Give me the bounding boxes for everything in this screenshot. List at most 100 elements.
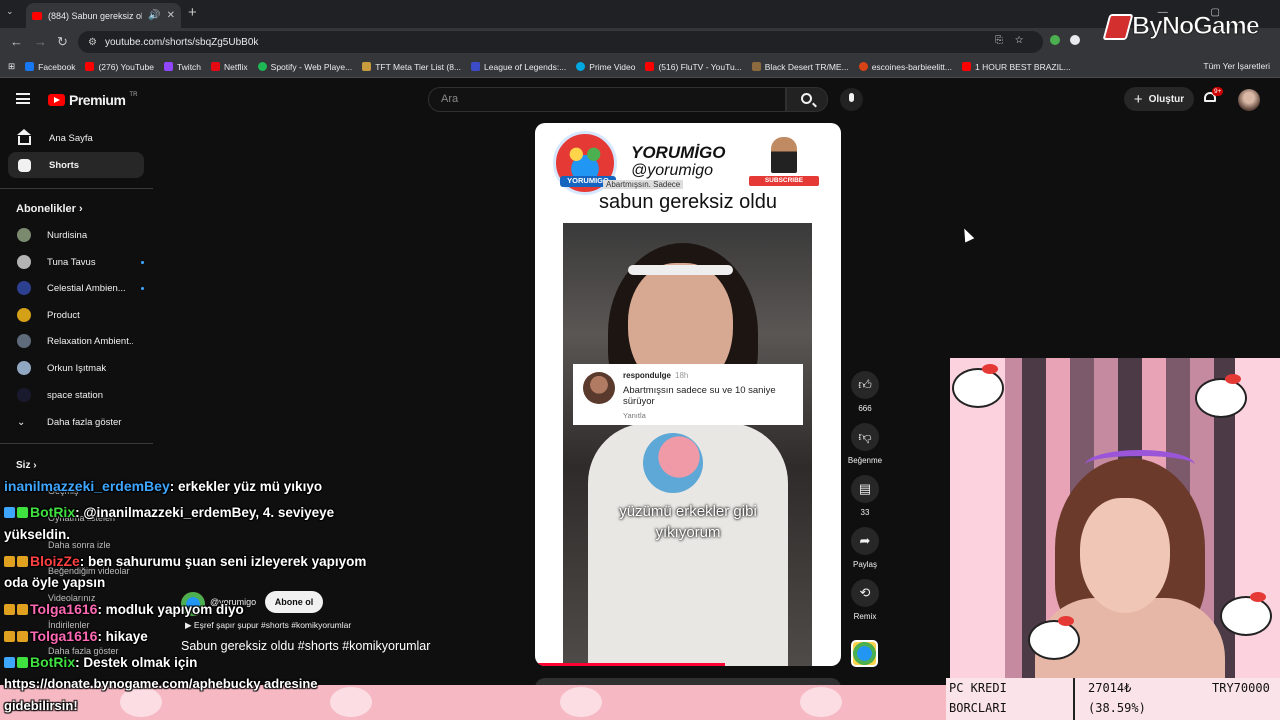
hello-kitty-icon bbox=[1220, 592, 1272, 636]
bookmark-spotify[interactable]: Spotify - Web Playe... bbox=[257, 62, 352, 72]
extension-icon[interactable] bbox=[1050, 35, 1060, 45]
bookmark-brazil[interactable]: 1 HOUR BEST BRAZIL... bbox=[962, 62, 1071, 72]
bookmark-escoines[interactable]: escoines-barbieelitt... bbox=[858, 62, 952, 72]
search-icon bbox=[801, 93, 812, 104]
plus-icon: + bbox=[1133, 90, 1143, 108]
subscribe-button[interactable]: Abone ol bbox=[265, 591, 323, 613]
remix-button[interactable]: ⟲ Remix bbox=[846, 579, 884, 621]
comments-button[interactable]: ▤ 33 bbox=[846, 475, 884, 517]
reload-icon[interactable]: ↻ bbox=[57, 34, 68, 50]
back-arrow-icon[interactable]: ← bbox=[10, 34, 23, 49]
share-label: Paylaş bbox=[852, 560, 877, 569]
chat-badge-icon bbox=[17, 657, 28, 668]
bookmark-league[interactable]: League of Legends:... bbox=[471, 62, 566, 72]
sidebar-item-home[interactable]: Ana Sayfa bbox=[8, 125, 144, 151]
show-more-button[interactable]: ⌄ Daha fazla göster bbox=[8, 409, 144, 435]
comment-text: Abartmışsın sadece su ve 10 saniye sürüy… bbox=[623, 385, 776, 407]
youtube-logo[interactable]: Premium TR bbox=[48, 92, 137, 108]
live-dot bbox=[141, 260, 144, 264]
debt-label: PC KREDI bbox=[949, 681, 1007, 695]
live-dot bbox=[141, 286, 144, 290]
subscription-item[interactable]: space station bbox=[8, 382, 144, 408]
browser-toolbar: ← → ↻ ⚙ youtube.com/shorts/sbqZg5UbB0k ⎘… bbox=[0, 28, 1280, 56]
bookmark-star-icon[interactable]: ⎘☆ bbox=[995, 35, 1035, 46]
credit-debt-panel: PC KREDI BORCLARI 27014₺ (38.59%) TRY700… bbox=[946, 678, 1280, 720]
sidebar-item-label: Ana Sayfa bbox=[49, 132, 93, 144]
tab-close-icon[interactable]: ✕ bbox=[167, 10, 175, 21]
chat-badge-icon bbox=[4, 507, 15, 518]
short-title: Sabun gereksiz oldu #shorts #komikyoruml… bbox=[181, 639, 431, 653]
remix-label: Remix bbox=[853, 612, 877, 621]
chat-badge-icon bbox=[17, 556, 28, 567]
tab-mute-icon[interactable]: 🔊 bbox=[148, 10, 160, 21]
person-image bbox=[771, 137, 797, 173]
sound-thumbnail[interactable] bbox=[851, 640, 878, 667]
you-heading[interactable]: Siz › bbox=[16, 460, 37, 471]
notification-badge: 9+ bbox=[1212, 87, 1224, 96]
subscription-item[interactable]: Tuna Tavus bbox=[8, 249, 144, 275]
chat-message: oda öyle yapsın bbox=[4, 575, 106, 590]
subscription-item[interactable]: Orkun Işıtmak bbox=[8, 355, 144, 381]
remix-icon: ⟲ bbox=[859, 585, 871, 600]
tab-title: (884) Sabun gereksiz oldu bbox=[48, 10, 143, 21]
bookmark-netflix[interactable]: Netflix bbox=[211, 62, 248, 72]
notifications-bell-icon[interactable]: 9+ bbox=[1203, 87, 1224, 105]
forward-arrow-icon[interactable]: → bbox=[34, 34, 47, 49]
shorts-icon bbox=[18, 158, 31, 172]
subscription-item[interactable]: Nurdisina bbox=[8, 222, 144, 248]
streamer-webcam bbox=[950, 358, 1280, 680]
bookmark-facebook[interactable]: Facebook bbox=[25, 62, 75, 72]
channel-name: YORUMİGO bbox=[631, 143, 726, 162]
sidebar-item-shorts[interactable]: Shorts bbox=[8, 152, 144, 178]
chat-badge-icon bbox=[4, 657, 15, 668]
watermark-text: ByNoGame bbox=[1132, 12, 1261, 41]
tab-search-chevron-icon[interactable]: ⌄ bbox=[6, 6, 14, 17]
short-video-player[interactable]: YORUMIGO YORUMİGO @yorumigo Abartmışsın.… bbox=[535, 123, 841, 666]
all-bookmarks[interactable]: Tüm Yer İşaretleri bbox=[1203, 61, 1270, 71]
comment-icon: ▤ bbox=[858, 481, 872, 496]
share-arrow-icon: ➦ bbox=[859, 533, 871, 548]
subscriptions-heading[interactable]: Abonelikler › bbox=[16, 203, 83, 215]
chat-badge-icon bbox=[4, 631, 15, 642]
search-input[interactable]: Ara bbox=[428, 87, 786, 112]
subscription-item[interactable]: Celestial Ambien... bbox=[8, 275, 144, 301]
voice-search-icon[interactable] bbox=[840, 88, 863, 111]
share-button[interactable]: ➦ Paylaş bbox=[846, 527, 884, 569]
extension-icon[interactable] bbox=[1070, 35, 1080, 45]
create-button[interactable]: + Oluştur bbox=[1124, 87, 1194, 111]
chat-message: yükseldin. bbox=[4, 527, 71, 542]
menu-icon[interactable] bbox=[16, 93, 30, 104]
music-label[interactable]: ▶ Eşref şapır şupur #shorts #komikyoruml… bbox=[185, 620, 351, 631]
subscribe-badge-label: SUBSCRIBE bbox=[749, 176, 819, 186]
search-button[interactable] bbox=[786, 87, 828, 112]
channel-avatar bbox=[17, 308, 31, 322]
bookmark-tft[interactable]: TFT Meta Tier List (8... bbox=[362, 62, 461, 72]
video-progress-bar[interactable] bbox=[535, 663, 725, 666]
subscription-item[interactable]: Relaxation Ambient... bbox=[8, 328, 144, 354]
debt-target: TRY70000 bbox=[1212, 681, 1270, 695]
avatar[interactable] bbox=[1238, 89, 1260, 111]
browser-tab-active[interactable]: (884) Sabun gereksiz oldu 🔊 ✕ bbox=[26, 3, 181, 28]
channel-handle: @yorumigo bbox=[631, 162, 714, 179]
dislike-button[interactable]: 👎︎ Beğenme bbox=[846, 423, 884, 465]
channel-avatar bbox=[17, 334, 31, 348]
bookmarks-bar: ⊞ Facebook (276) YouTube Twitch Netflix … bbox=[0, 56, 1280, 78]
thumbs-down-icon: 👎︎ bbox=[858, 429, 872, 444]
debt-label: BORCLARI bbox=[949, 701, 1007, 715]
overlay-hint: Abartmışsın. Sadece bbox=[603, 180, 684, 189]
debt-percent: (38.59%) bbox=[1088, 701, 1146, 715]
address-bar[interactable]: ⚙ youtube.com/shorts/sbqZg5UbB0k bbox=[78, 31, 1043, 53]
bookmark-blackdesert[interactable]: Black Desert TR/ME... bbox=[751, 62, 849, 72]
channel-avatar bbox=[17, 255, 31, 269]
sidebar-divider bbox=[0, 443, 153, 444]
apps-grid-icon[interactable]: ⊞ bbox=[8, 61, 15, 72]
like-button[interactable]: 👍︎ 666 bbox=[846, 371, 884, 413]
bookmark-flutv[interactable]: (516) FluTV - YouTu... bbox=[645, 62, 742, 72]
bookmark-twitch[interactable]: Twitch bbox=[163, 62, 201, 72]
subscription-item[interactable]: Product bbox=[8, 302, 144, 328]
new-tab-plus-icon[interactable]: + bbox=[188, 4, 197, 21]
bookmark-prime[interactable]: Prime Video bbox=[576, 62, 635, 72]
video-headline: sabun gereksiz oldu bbox=[599, 191, 777, 213]
bookmark-youtube[interactable]: (276) YouTube bbox=[85, 62, 154, 72]
site-info-icon[interactable]: ⚙ bbox=[88, 37, 97, 48]
